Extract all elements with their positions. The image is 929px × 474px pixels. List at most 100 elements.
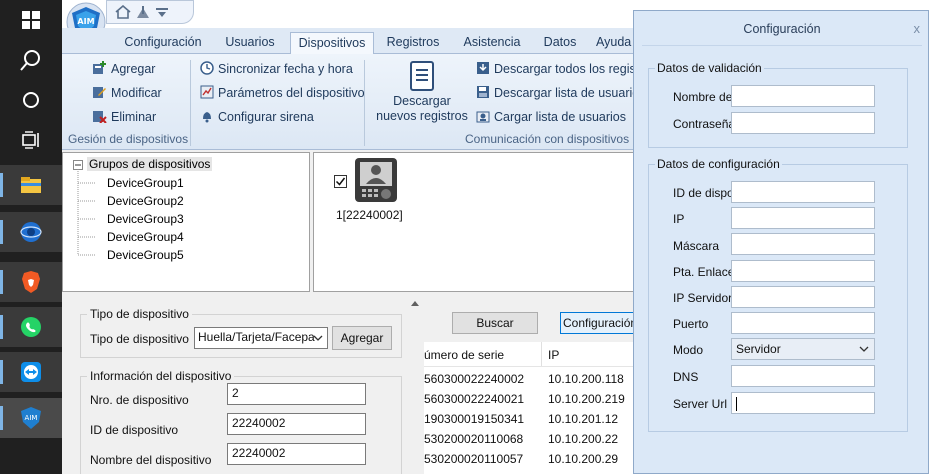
- quick-access-toolbar: [106, 0, 194, 24]
- row-serial[interactable]: 560300022240021: [424, 392, 524, 406]
- delete-device-icon: [92, 109, 107, 126]
- tab-dispositivos[interactable]: Dispositivos: [290, 32, 374, 54]
- agregar-button[interactable]: Agregar: [92, 59, 155, 79]
- cortana-icon[interactable]: [0, 80, 62, 120]
- device-info-group: Información del dispositivo Nro. de disp…: [80, 369, 402, 474]
- dropdown-icon[interactable]: [155, 5, 169, 19]
- device-id-label: ID de dispositivo: [90, 423, 179, 437]
- add-device-icon: [92, 60, 107, 78]
- tree-item-devicegroup1[interactable]: DeviceGroup1: [107, 176, 184, 190]
- close-icon[interactable]: x: [914, 21, 921, 36]
- row-ip[interactable]: 10.10.200.22: [548, 432, 618, 446]
- column-header-ip[interactable]: IP: [548, 348, 559, 362]
- gateway-label: Pta. Enlace: [673, 265, 733, 279]
- password-field[interactable]: [731, 112, 875, 134]
- device-type-select[interactable]: Huella/Tarjeta/Facepa: [194, 327, 328, 349]
- vertical-scrollbar[interactable]: [408, 296, 422, 474]
- row-ip[interactable]: 10.10.201.12: [548, 412, 618, 426]
- modificar-button[interactable]: Modificar: [92, 83, 162, 103]
- buscar-button[interactable]: Buscar: [452, 312, 538, 334]
- download-users-button[interactable]: Descargar lista de usuarios: [476, 83, 645, 103]
- whatsapp-icon[interactable]: [0, 307, 62, 347]
- config-data-group: Datos de configuración ID de dispo IP Má…: [648, 157, 908, 432]
- eliminar-button[interactable]: Eliminar: [92, 107, 156, 127]
- server-url-field[interactable]: [731, 392, 875, 414]
- download-all-records-button[interactable]: Descargar todos los registr: [476, 59, 643, 79]
- chevron-down-icon: [313, 332, 323, 346]
- dns-field[interactable]: [731, 365, 875, 387]
- mask-field[interactable]: [731, 233, 875, 255]
- device-info-group-title: Información del dispositivo: [87, 369, 235, 383]
- device-id-input[interactable]: 22240002: [227, 413, 366, 435]
- device-number-input[interactable]: 2: [227, 383, 366, 405]
- upload-users-button[interactable]: Cargar lista de usuarios: [476, 107, 626, 127]
- column-header-serial[interactable]: úmero de serie: [424, 348, 504, 362]
- password-label: Contraseña: [673, 117, 733, 131]
- tree-lines: [77, 169, 95, 256]
- dialog-title: Configuración: [743, 22, 821, 36]
- tab-asistencia[interactable]: Asistencia: [458, 32, 526, 54]
- biometric-device-icon[interactable]: [354, 157, 398, 206]
- row-serial[interactable]: 530200020110068: [424, 432, 523, 446]
- mask-label: Máscara: [673, 239, 720, 253]
- tab-registros[interactable]: Registros: [382, 32, 444, 54]
- config-data-group-title: Datos de configuración: [655, 157, 782, 171]
- row-serial[interactable]: 560300022240002: [424, 372, 524, 386]
- clock-icon: [200, 60, 214, 78]
- tree-item-devicegroup2[interactable]: DeviceGroup2: [107, 194, 184, 208]
- tree-root-label[interactable]: Grupos de dispositivos: [87, 157, 213, 171]
- tools-icon[interactable]: [135, 5, 151, 19]
- svg-text:AIM: AIM: [77, 17, 94, 26]
- row-serial[interactable]: 190300019150341: [424, 412, 524, 426]
- validation-group-title: Datos de validación: [655, 61, 764, 75]
- download-new-records-button[interactable]: Descargar nuevos registros: [372, 60, 472, 130]
- add-device-type-button[interactable]: Agregar: [332, 326, 392, 350]
- row-ip[interactable]: 10.10.200.118: [548, 372, 624, 386]
- device-number-label: Nro. de dispositivo: [90, 393, 189, 407]
- gateway-field[interactable]: [731, 260, 875, 282]
- modificar-label: Modificar: [111, 86, 162, 100]
- sync-datetime-button[interactable]: Sincronizar fecha y hora: [200, 59, 353, 79]
- port-field[interactable]: [731, 312, 875, 334]
- task-view-icon[interactable]: [0, 120, 62, 160]
- teamviewer-icon[interactable]: [0, 352, 62, 392]
- download-users-label: Descargar lista de usuarios: [494, 86, 646, 100]
- download-icon: [476, 61, 490, 78]
- group-label-gestion: Gesión de dispositivos: [68, 132, 189, 146]
- row-ip[interactable]: 10.10.200.219: [548, 392, 625, 406]
- row-ip[interactable]: 10.10.200.29: [548, 452, 618, 466]
- device-params-button[interactable]: Parámetros del dispositivo: [200, 83, 365, 103]
- tab-datos[interactable]: Datos: [538, 32, 582, 54]
- search-icon[interactable]: [0, 40, 62, 80]
- device-type-group-title: Tipo de dispositivo: [87, 307, 192, 321]
- browser-globe-icon[interactable]: [0, 212, 62, 252]
- server-ip-field[interactable]: [731, 286, 875, 308]
- home-icon[interactable]: [115, 5, 131, 19]
- params-icon: [200, 85, 214, 102]
- ip-field[interactable]: [731, 207, 875, 229]
- scroll-up-icon[interactable]: [411, 300, 419, 306]
- device-id-field[interactable]: [731, 181, 875, 203]
- row-serial[interactable]: 530200020110057: [424, 452, 523, 466]
- eliminar-label: Eliminar: [111, 110, 157, 124]
- configure-siren-button[interactable]: Configurar sirena: [200, 107, 314, 127]
- tab-usuarios[interactable]: Usuarios: [218, 32, 282, 54]
- device-checkbox[interactable]: [334, 175, 347, 191]
- username-field[interactable]: [731, 85, 875, 107]
- edit-device-icon: [92, 85, 107, 102]
- mode-select[interactable]: Servidor: [731, 338, 875, 360]
- server-ip-label: IP Servidor: [673, 291, 733, 305]
- text-cursor: [736, 396, 737, 411]
- tree-item-devicegroup4[interactable]: DeviceGroup4: [107, 230, 184, 244]
- device-type-label: Tipo de dispositivo: [90, 332, 189, 346]
- tree-item-devicegroup3[interactable]: DeviceGroup3: [107, 212, 184, 226]
- file-explorer-icon[interactable]: [0, 165, 62, 205]
- device-name-label: Nombre del dispositivo: [90, 453, 212, 467]
- tab-configuracion[interactable]: Configuración: [118, 32, 208, 54]
- device-name-input[interactable]: 22240002: [227, 443, 366, 465]
- sync-datetime-label: Sincronizar fecha y hora: [218, 62, 353, 76]
- windows-start-icon[interactable]: [0, 0, 62, 40]
- brave-browser-icon[interactable]: [0, 262, 62, 302]
- attendance-app-icon[interactable]: AIM: [0, 398, 62, 438]
- tree-item-devicegroup5[interactable]: DeviceGroup5: [107, 248, 184, 262]
